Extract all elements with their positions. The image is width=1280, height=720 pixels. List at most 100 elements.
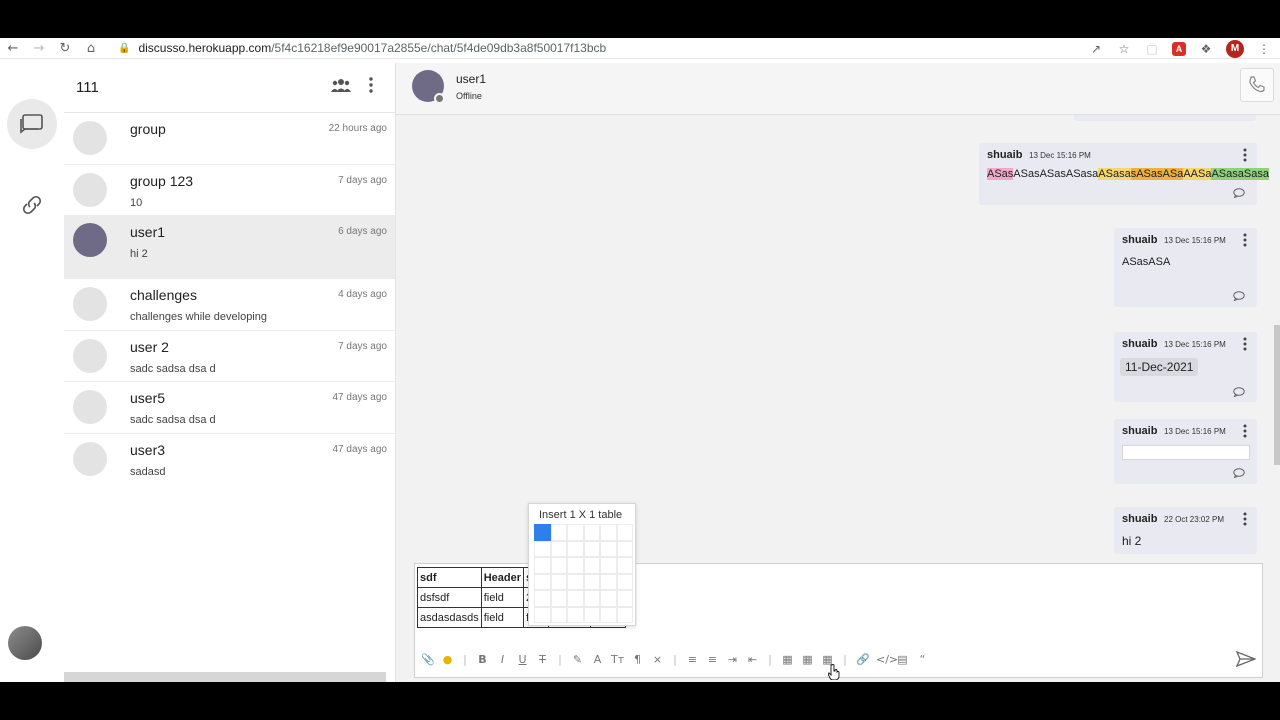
- bookmark-star-icon[interactable]: ☆: [1116, 41, 1132, 57]
- home-icon[interactable]: ⌂: [78, 41, 104, 56]
- grid-cell[interactable]: [567, 557, 584, 574]
- grid-cell[interactable]: [583, 590, 600, 607]
- table-cell[interactable]: asdasdasds: [417, 607, 482, 628]
- grid-cell[interactable]: [550, 540, 567, 557]
- clear-format-icon[interactable]: ⨯: [651, 653, 664, 666]
- grid-cell[interactable]: [583, 557, 600, 574]
- share-icon[interactable]: ↗: [1088, 41, 1104, 57]
- italic-icon[interactable]: I: [496, 653, 509, 666]
- grid-cell[interactable]: [616, 524, 633, 541]
- message-more-icon[interactable]: [1243, 233, 1247, 247]
- grid-cell[interactable]: [583, 540, 600, 557]
- outdent-icon[interactable]: ⇤: [746, 653, 759, 666]
- reply-comment-icon[interactable]: [1233, 468, 1245, 478]
- strikethrough-icon[interactable]: T: [536, 653, 549, 666]
- grid-cell[interactable]: [567, 590, 584, 607]
- sidebar-scrollbar[interactable]: [64, 672, 386, 682]
- send-icon[interactable]: [1236, 650, 1256, 668]
- table-icon[interactable]: ▦: [781, 653, 794, 666]
- chat-scrollbar[interactable]: [1274, 325, 1280, 465]
- highlight-pen-icon[interactable]: ✎: [571, 653, 584, 666]
- table-cell[interactable]: sdf: [417, 567, 482, 588]
- grid-cell[interactable]: [616, 540, 633, 557]
- grid-cell[interactable]: [534, 557, 551, 574]
- address-bar[interactable]: 🔒 discusso.herokuapp.com /5f4c16218ef9e9…: [118, 41, 606, 55]
- grid-cell[interactable]: [567, 524, 584, 541]
- current-user-avatar[interactable]: [8, 626, 42, 660]
- grid-cell[interactable]: [550, 557, 567, 574]
- table-cell[interactable]: dsfsdf: [417, 587, 482, 608]
- grid-cell[interactable]: [534, 540, 551, 557]
- chats-nav-button[interactable]: [7, 99, 57, 149]
- grid-cell[interactable]: [583, 573, 600, 590]
- conversation-item[interactable]: group 123 10 7 days ago: [64, 165, 395, 216]
- conversation-item[interactable]: user5 sadc sadsa dsa d 47 days ago: [64, 382, 395, 434]
- grid-cell[interactable]: [616, 557, 633, 574]
- reply-comment-icon[interactable]: [1233, 291, 1245, 301]
- profile-avatar[interactable]: M: [1226, 39, 1244, 58]
- code-block-icon[interactable]: ▤: [896, 653, 909, 666]
- message-more-icon[interactable]: [1243, 148, 1247, 162]
- grid-cell[interactable]: [616, 606, 633, 623]
- back-icon[interactable]: ←: [0, 41, 26, 56]
- indent-icon[interactable]: ⇥: [726, 653, 739, 666]
- grid-cell[interactable]: [550, 573, 567, 590]
- browser-menu-icon[interactable]: ⋮: [1256, 41, 1272, 57]
- grid-cell[interactable]: [583, 524, 600, 541]
- grid-cell[interactable]: [534, 573, 551, 590]
- underline-icon[interactable]: U: [516, 653, 529, 666]
- bullet-list-icon[interactable]: ≡: [706, 653, 719, 666]
- grid-cell[interactable]: [616, 573, 633, 590]
- font-color-icon[interactable]: A: [591, 653, 604, 666]
- conversation-item[interactable]: group 22 hours ago: [64, 113, 395, 165]
- group-users-icon[interactable]: [331, 77, 351, 93]
- grid-cell[interactable]: [567, 573, 584, 590]
- message-more-icon[interactable]: [1243, 337, 1247, 351]
- grid-cell[interactable]: [600, 557, 617, 574]
- table-cell[interactable]: Header: [480, 567, 525, 588]
- table-cell[interactable]: field: [480, 607, 525, 628]
- reload-icon[interactable]: ↻: [52, 41, 78, 56]
- grid-cell[interactable]: [534, 606, 551, 623]
- code-icon[interactable]: </>: [876, 653, 898, 666]
- font-size-icon[interactable]: Tт: [611, 653, 624, 666]
- paragraph-icon[interactable]: ¶: [631, 653, 644, 666]
- more-vertical-icon[interactable]: [369, 77, 373, 93]
- emoji-icon[interactable]: ●: [441, 653, 454, 666]
- forward-icon[interactable]: →: [26, 41, 52, 56]
- conversation-item[interactable]: challenges challenges while developing 4…: [64, 279, 395, 331]
- grid-cell[interactable]: [534, 590, 551, 607]
- angular-extension-icon[interactable]: A: [1172, 41, 1186, 56]
- grid-cell[interactable]: [600, 590, 617, 607]
- table-size-grid[interactable]: [534, 524, 633, 623]
- call-button[interactable]: [1240, 68, 1274, 102]
- message-more-icon[interactable]: [1243, 424, 1247, 438]
- grid-cell[interactable]: [550, 524, 567, 541]
- grid-cell[interactable]: [550, 590, 567, 607]
- quote-icon[interactable]: “: [916, 653, 929, 666]
- link-icon[interactable]: 🔗: [856, 653, 870, 666]
- reply-comment-icon[interactable]: [1233, 188, 1245, 198]
- links-nav-button[interactable]: [20, 193, 44, 217]
- grid-cell[interactable]: [550, 606, 567, 623]
- conversation-item[interactable]: user 2 sadc sadsa dsa d 7 days ago: [64, 331, 395, 382]
- grid-cell[interactable]: [600, 540, 617, 557]
- grid-cell[interactable]: [600, 606, 617, 623]
- grid-cell[interactable]: [600, 573, 617, 590]
- bold-icon[interactable]: B: [476, 653, 489, 666]
- ordered-list-icon[interactable]: ≡: [686, 653, 699, 666]
- conversation-item-active[interactable]: user1 hi 2 6 days ago: [64, 216, 395, 279]
- grid-cell[interactable]: [583, 606, 600, 623]
- grid-cell[interactable]: [600, 524, 617, 541]
- attach-icon[interactable]: 📎: [421, 653, 435, 666]
- table-cell[interactable]: field: [480, 587, 525, 608]
- conversation-item[interactable]: user3 sadasd 47 days ago: [64, 434, 395, 486]
- message-more-icon[interactable]: [1243, 512, 1247, 526]
- reply-comment-icon[interactable]: [1233, 387, 1245, 397]
- insert-table-icon[interactable]: ▦: [801, 653, 814, 666]
- grid-cell-selected[interactable]: [534, 524, 551, 541]
- extension-blank-icon[interactable]: □: [1144, 41, 1160, 57]
- extensions-puzzle-icon[interactable]: ❖: [1198, 41, 1214, 57]
- grid-cell[interactable]: [567, 606, 584, 623]
- grid-cell[interactable]: [567, 540, 584, 557]
